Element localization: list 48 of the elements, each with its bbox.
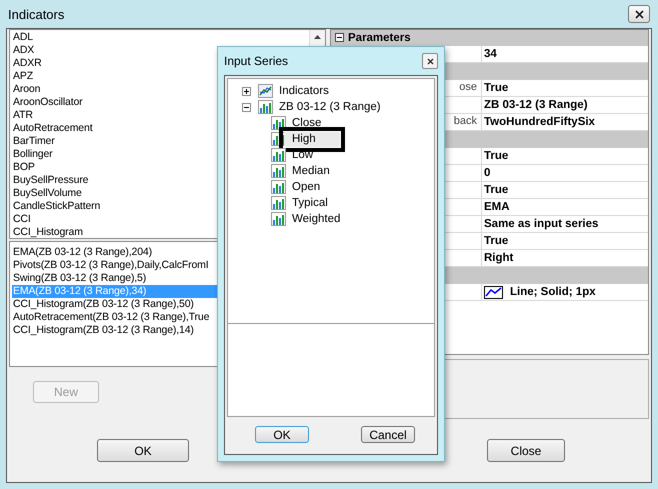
close-icon bbox=[426, 58, 434, 64]
cancel-button[interactable]: Cancel bbox=[361, 426, 415, 443]
property-value[interactable]: True bbox=[484, 148, 508, 164]
line-plot-icon bbox=[484, 286, 503, 298]
collapse-icon[interactable] bbox=[242, 102, 251, 112]
property-value[interactable]: Same as input series bbox=[484, 216, 598, 232]
category-title: Parameters bbox=[348, 32, 411, 44]
expand-icon[interactable] bbox=[242, 86, 251, 96]
line-chart-icon bbox=[258, 84, 273, 98]
indicator-item[interactable]: ADL bbox=[13, 31, 306, 44]
property-value[interactable]: 0 bbox=[484, 166, 490, 180]
property-value[interactable]: EMA bbox=[484, 200, 510, 214]
tree-item[interactable]: Median bbox=[290, 164, 332, 178]
bar-chart-icon bbox=[271, 180, 286, 194]
property-value[interactable]: True bbox=[484, 182, 508, 198]
tree-item[interactable]: Open bbox=[290, 180, 322, 194]
property-label: ose bbox=[459, 81, 477, 93]
bar-chart-icon bbox=[258, 100, 273, 114]
tree-item[interactable]: Close bbox=[290, 116, 324, 130]
close-button[interactable] bbox=[422, 53, 438, 69]
property-value[interactable]: Right bbox=[484, 250, 514, 266]
property-value[interactable]: TwoHundredFiftySix bbox=[484, 114, 595, 130]
tree-item[interactable]: Low bbox=[290, 148, 316, 162]
property-value[interactable]: 34 bbox=[484, 46, 497, 62]
bar-chart-icon bbox=[271, 116, 286, 130]
collapse-icon[interactable] bbox=[335, 33, 344, 42]
tree-item[interactable]: ZB 03-12 (3 Range) bbox=[277, 100, 383, 114]
tree-item[interactable]: Typical bbox=[290, 196, 330, 210]
property-value[interactable]: True bbox=[484, 80, 508, 96]
property-value[interactable]: ZB 03-12 (3 Range) bbox=[484, 98, 588, 112]
close-icon bbox=[634, 10, 644, 18]
tree-item[interactable]: High bbox=[284, 132, 340, 146]
property-label: back bbox=[454, 115, 477, 127]
window-title: Indicators bbox=[8, 6, 64, 22]
dialog-title: Input Series bbox=[224, 54, 288, 68]
tree-item[interactable]: Weighted bbox=[290, 212, 342, 226]
bar-chart-icon bbox=[271, 212, 286, 226]
ok-button[interactable]: OK bbox=[255, 426, 309, 443]
property-value[interactable]: Line; Solid; 1px bbox=[510, 284, 596, 300]
close-button[interactable] bbox=[628, 5, 650, 23]
ok-button[interactable]: OK bbox=[97, 439, 189, 462]
scroll-up-icon[interactable] bbox=[314, 35, 321, 39]
bar-chart-icon bbox=[271, 148, 286, 162]
close-button[interactable]: Close bbox=[487, 439, 565, 462]
bar-chart-icon bbox=[271, 164, 286, 178]
bar-chart-icon bbox=[271, 196, 286, 210]
tree-item[interactable]: Indicators bbox=[277, 84, 331, 98]
property-value[interactable]: True bbox=[484, 234, 508, 248]
